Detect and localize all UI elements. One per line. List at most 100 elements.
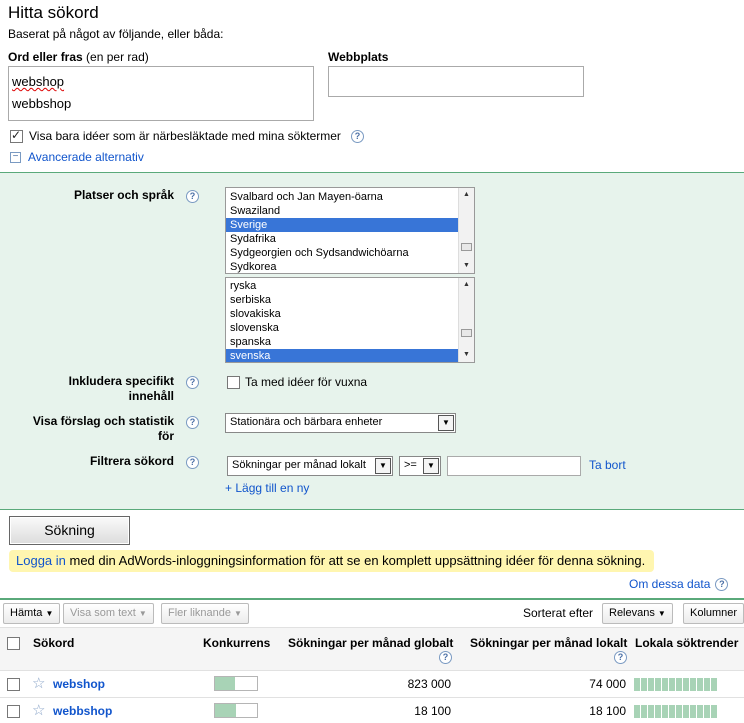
trend-bar — [697, 678, 703, 691]
columns-button[interactable]: Kolumner — [683, 603, 744, 624]
advanced-toggle[interactable]: − Avancerade alternativ — [10, 150, 144, 164]
language-scrollbar[interactable]: ▲ ▼ — [458, 278, 474, 362]
sort-select[interactable]: Relevans ▼ — [602, 603, 673, 624]
chevron-down-icon: ▼ — [375, 458, 391, 474]
filter-value-input[interactable] — [447, 456, 581, 476]
col-keyword-header[interactable]: Sökord — [33, 636, 74, 650]
trend-bar — [655, 678, 661, 691]
devices-select[interactable]: Stationära och bärbara enheter ▼ — [225, 413, 456, 433]
competition-fill — [215, 704, 236, 717]
trend-chart — [634, 676, 717, 691]
competition-bar — [214, 676, 258, 691]
remove-filter-link[interactable]: Ta bort — [589, 458, 626, 472]
local-searches: 18 100 — [589, 704, 626, 718]
global-searches: 823 000 — [407, 677, 451, 691]
country-listbox[interactable]: Svalbard och Jan Mayen-öarna Swaziland S… — [225, 187, 475, 274]
adult-label-line2: innehåll — [128, 389, 174, 403]
language-option[interactable]: serbiska — [226, 293, 474, 307]
country-option[interactable]: Sydkorea — [226, 260, 474, 273]
competition-fill — [215, 677, 236, 690]
trend-chart — [634, 703, 717, 718]
help-icon[interactable]: ? — [186, 190, 199, 203]
help-icon[interactable]: ? — [439, 651, 452, 664]
trend-bar — [655, 705, 661, 718]
chevron-down-icon: ▼ — [423, 458, 439, 474]
row-checkbox[interactable] — [7, 705, 20, 718]
country-scrollbar[interactable]: ▲ ▼ — [458, 188, 474, 273]
language-option[interactable]: ryska — [226, 279, 474, 293]
language-option[interactable]: slovenska — [226, 321, 474, 335]
help-icon[interactable]: ? — [715, 577, 729, 591]
col-competition-header[interactable]: Konkurrens — [203, 636, 270, 650]
about-data[interactable]: Om dessa data ? — [629, 577, 729, 591]
star-icon[interactable]: ☆ — [32, 701, 45, 719]
star-icon[interactable]: ☆ — [32, 674, 45, 692]
adult-checkbox-label: Ta med idéer för vuxna — [245, 375, 368, 389]
help-icon[interactable]: ? — [186, 416, 199, 429]
chevron-down-icon: ▼ — [138, 609, 147, 618]
trend-bar — [669, 678, 675, 691]
row-checkbox[interactable] — [7, 678, 20, 691]
country-option[interactable]: Svalbard och Jan Mayen-öarna — [226, 190, 474, 204]
col-trends-header[interactable]: Lokala söktrender — [635, 636, 738, 650]
local-searches: 74 000 — [589, 677, 626, 691]
chevron-down-icon: ▼ — [45, 609, 54, 618]
filter-operator-select[interactable]: >= ▼ — [399, 456, 441, 476]
scroll-thumb[interactable] — [461, 329, 472, 337]
country-option[interactable]: Sydafrika — [226, 232, 474, 246]
keyword-link[interactable]: webbshop — [53, 704, 112, 718]
devices-label-line2: för — [158, 429, 174, 443]
view-as-text-button[interactable]: Visa som text ▼ — [63, 603, 154, 624]
trend-bar — [683, 705, 689, 718]
search-button[interactable]: Sökning — [9, 516, 130, 545]
select-all-checkbox[interactable] — [7, 637, 20, 650]
global-searches: 18 100 — [414, 704, 451, 718]
adult-label: Inkludera specifikt innehåll — [40, 374, 174, 404]
filter-field-select[interactable]: Sökningar per månad lokalt ▼ — [227, 456, 393, 476]
trend-bar — [641, 678, 647, 691]
trend-bar — [704, 678, 710, 691]
keyword-line-2: webbshop — [12, 96, 72, 111]
col-local-header[interactable]: Sökningar per månad lokalt — [470, 636, 627, 650]
country-option-selected[interactable]: Sverige — [226, 218, 474, 232]
sort-value: Relevans — [609, 607, 655, 619]
help-icon[interactable]: ? — [186, 376, 199, 389]
keywords-textarea[interactable]: webshop webbshop — [8, 66, 314, 121]
language-option[interactable]: slovakiska — [226, 307, 474, 321]
close-ideas-checkbox[interactable] — [10, 128, 23, 143]
country-option[interactable]: Sydgeorgien och Sydsandwichöarna — [226, 246, 474, 260]
adult-checkbox[interactable] — [227, 375, 240, 389]
scroll-up-icon[interactable]: ▲ — [459, 188, 474, 202]
add-filter-link[interactable]: + Lägg till en ny — [225, 481, 309, 495]
adult-label-line1: Inkludera specifikt — [68, 374, 174, 388]
trend-bar — [676, 678, 682, 691]
scroll-down-icon[interactable]: ▼ — [459, 259, 474, 273]
scroll-up-icon[interactable]: ▲ — [459, 278, 474, 292]
col-global-header[interactable]: Sökningar per månad globalt — [288, 636, 453, 650]
help-icon[interactable]: ? — [350, 129, 364, 143]
trend-bar — [634, 678, 640, 691]
website-input[interactable] — [328, 66, 584, 97]
help-icon[interactable]: ? — [614, 651, 627, 664]
about-data-link[interactable]: Om dessa data — [629, 577, 710, 591]
keyword-link[interactable]: webshop — [53, 677, 105, 691]
language-listbox[interactable]: ryska serbiska slovakiska slovenska span… — [225, 277, 475, 363]
scroll-thumb[interactable] — [461, 243, 472, 251]
collapse-icon: − — [10, 151, 21, 163]
language-option-selected[interactable]: svenska — [226, 349, 474, 362]
trend-bar — [662, 705, 668, 718]
country-option[interactable]: Swaziland — [226, 204, 474, 218]
more-like-button[interactable]: Fler liknande ▼ — [161, 603, 249, 624]
trend-bar — [641, 705, 647, 718]
login-notice: Logga in med din AdWords-inloggningsinfo… — [9, 550, 654, 572]
help-icon[interactable]: ? — [186, 456, 199, 469]
trend-bar — [676, 705, 682, 718]
download-button[interactable]: Hämta ▼ — [3, 603, 61, 624]
language-option[interactable]: spanska — [226, 335, 474, 349]
login-link[interactable]: Logga in — [16, 553, 66, 568]
download-label: Hämta — [10, 607, 43, 619]
filter-operator-value: >= — [404, 459, 417, 471]
more-like-label: Fler liknande — [168, 607, 231, 619]
scroll-down-icon[interactable]: ▼ — [459, 348, 474, 362]
page-title: Hitta sökord — [8, 3, 99, 22]
